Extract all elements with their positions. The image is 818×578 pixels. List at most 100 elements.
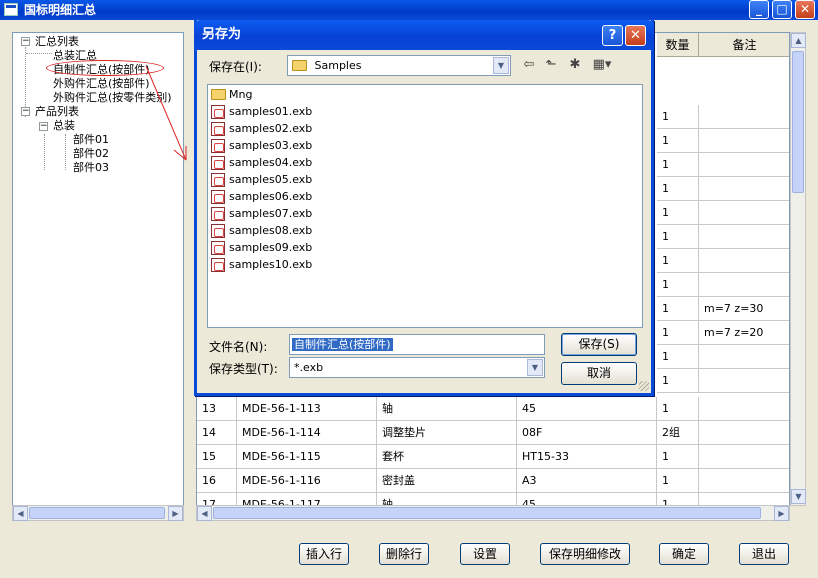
cell-name[interactable]: 套杯 <box>377 445 517 469</box>
table-vscroll-thumb[interactable] <box>792 51 804 193</box>
cell-code[interactable]: MDE-56-1-116 <box>237 469 377 493</box>
cell-qty[interactable]: 1 <box>657 249 699 273</box>
cell-qty[interactable]: 1 <box>657 397 699 421</box>
cell-note[interactable] <box>699 345 789 369</box>
back-icon[interactable]: ⇦ <box>519 55 539 75</box>
scroll-up-icon[interactable]: ▲ <box>791 33 806 48</box>
list-item-file[interactable]: samples07.exb <box>211 206 312 222</box>
help-button[interactable]: ? <box>602 25 623 46</box>
list-item-file[interactable]: samples08.exb <box>211 223 312 239</box>
column-header-qty[interactable]: 数量 <box>657 33 699 57</box>
save-button[interactable]: 保存(S) <box>561 333 637 356</box>
list-item-folder[interactable]: Mng <box>211 87 252 103</box>
table-vscrollbar[interactable]: ▲ ▼ <box>790 32 806 506</box>
chevron-down-icon[interactable]: ▼ <box>527 359 543 376</box>
cell-qty[interactable]: 1 <box>657 369 699 393</box>
cell-material[interactable]: 08F <box>517 421 657 445</box>
scroll-down-icon[interactable]: ▼ <box>791 489 806 504</box>
chevron-down-icon[interactable]: ▼ <box>493 57 509 74</box>
save-in-combo[interactable]: Samples ▼ <box>287 55 511 76</box>
up-folder-icon[interactable]: ⬑ <box>541 55 561 75</box>
cell-note[interactable] <box>699 421 789 445</box>
cell-material[interactable]: HT15-33 <box>517 445 657 469</box>
cell-qty[interactable]: 1 <box>657 445 699 469</box>
tree-hscroll-thumb[interactable] <box>29 507 165 519</box>
window-close-button[interactable]: ✕ <box>795 0 815 19</box>
list-item-file[interactable]: samples02.exb <box>211 121 312 137</box>
cell-qty[interactable]: 1 <box>657 153 699 177</box>
cell-qty[interactable]: 1 <box>657 105 699 129</box>
list-item-file[interactable]: samples09.exb <box>211 240 312 256</box>
cell-no[interactable]: 14 <box>197 421 237 445</box>
save-detail-button[interactable]: 保存明细修改 <box>540 543 630 565</box>
table-hscrollbar[interactable]: ◀ ▶ <box>196 505 790 521</box>
ok-button[interactable]: 确定 <box>659 543 709 565</box>
scroll-left-icon[interactable]: ◀ <box>197 506 212 521</box>
cell-name[interactable]: 轴 <box>377 397 517 421</box>
cell-note[interactable] <box>699 225 789 249</box>
cell-no[interactable]: 13 <box>197 397 237 421</box>
table-hscroll-thumb[interactable] <box>213 507 761 519</box>
minimize-button[interactable]: _ <box>749 0 769 19</box>
cell-note[interactable] <box>699 273 789 297</box>
exit-button[interactable]: 退出 <box>739 543 789 565</box>
resize-grip-icon[interactable] <box>639 381 649 391</box>
cell-qty[interactable]: 1 <box>657 345 699 369</box>
cell-name[interactable]: 调整垫片 <box>377 421 517 445</box>
list-item-file[interactable]: samples01.exb <box>211 104 312 120</box>
file-list[interactable]: Mng samples01.exb samples02.exb samples03.… <box>207 84 643 328</box>
list-item-file[interactable]: samples03.exb <box>211 138 312 154</box>
tree-expander-summary[interactable]: − <box>21 37 30 46</box>
list-item-file[interactable]: samples05.exb <box>211 172 312 188</box>
cell-note[interactable] <box>699 369 789 393</box>
scroll-right-icon[interactable]: ▶ <box>168 506 183 521</box>
cell-code[interactable]: MDE-56-1-114 <box>237 421 377 445</box>
tree-item-assembly[interactable]: 总装 <box>53 119 75 132</box>
cell-no[interactable]: 15 <box>197 445 237 469</box>
tree-item-part02[interactable]: 部件02 <box>73 147 109 160</box>
cell-material[interactable]: 45 <box>517 397 657 421</box>
tree-expander-assembly[interactable]: − <box>39 122 48 131</box>
cell-note[interactable] <box>699 129 789 153</box>
cell-qty[interactable]: 1 <box>657 201 699 225</box>
cell-note[interactable] <box>699 445 789 469</box>
new-folder-icon[interactable]: ✱ <box>565 55 585 75</box>
cell-note[interactable]: m=7 z=20 <box>699 321 789 345</box>
column-header-note[interactable]: 备注 <box>699 33 789 57</box>
cell-note[interactable]: m=7 z=30 <box>699 297 789 321</box>
cell-qty[interactable]: 1 <box>657 469 699 493</box>
tree-item-purchased-by-part[interactable]: 外购件汇总(按部件) <box>53 77 150 90</box>
cell-material[interactable]: A3 <box>517 469 657 493</box>
scroll-right-icon[interactable]: ▶ <box>774 506 789 521</box>
cell-qty[interactable]: 1 <box>657 321 699 345</box>
dialog-close-button[interactable]: ✕ <box>625 25 646 46</box>
filetype-combo[interactable]: *.exb ▼ <box>289 357 545 378</box>
cell-name[interactable]: 密封盖 <box>377 469 517 493</box>
tree-item-part03[interactable]: 部件03 <box>73 161 109 174</box>
cell-note[interactable] <box>699 201 789 225</box>
list-item-file[interactable]: samples04.exb <box>211 155 312 171</box>
delete-row-button[interactable]: 删除行 <box>379 543 429 565</box>
tree-item-summary-list[interactable]: 汇总列表 <box>35 35 79 48</box>
filename-input[interactable]: 自制件汇总(按部件) <box>289 334 545 355</box>
cell-qty[interactable]: 1 <box>657 225 699 249</box>
cell-qty[interactable]: 2组 <box>657 421 699 445</box>
cell-qty[interactable]: 1 <box>657 129 699 153</box>
cell-note[interactable] <box>699 469 789 493</box>
tree-item-part01[interactable]: 部件01 <box>73 133 109 146</box>
cell-code[interactable]: MDE-56-1-113 <box>237 397 377 421</box>
tree-item-product-list[interactable]: 产品列表 <box>35 105 79 118</box>
cell-note[interactable] <box>699 397 789 421</box>
cancel-button[interactable]: 取消 <box>561 362 637 385</box>
insert-row-button[interactable]: 插入行 <box>299 543 349 565</box>
cell-note[interactable] <box>699 177 789 201</box>
list-item-file[interactable]: samples06.exb <box>211 189 312 205</box>
cell-code[interactable]: MDE-56-1-115 <box>237 445 377 469</box>
list-item-file[interactable]: samples10.exb <box>211 257 312 273</box>
cell-note[interactable] <box>699 249 789 273</box>
settings-button[interactable]: 设置 <box>460 543 510 565</box>
cell-qty[interactable]: 1 <box>657 273 699 297</box>
maximize-button[interactable]: □ <box>772 0 792 19</box>
cell-no[interactable]: 16 <box>197 469 237 493</box>
cell-qty[interactable]: 1 <box>657 177 699 201</box>
